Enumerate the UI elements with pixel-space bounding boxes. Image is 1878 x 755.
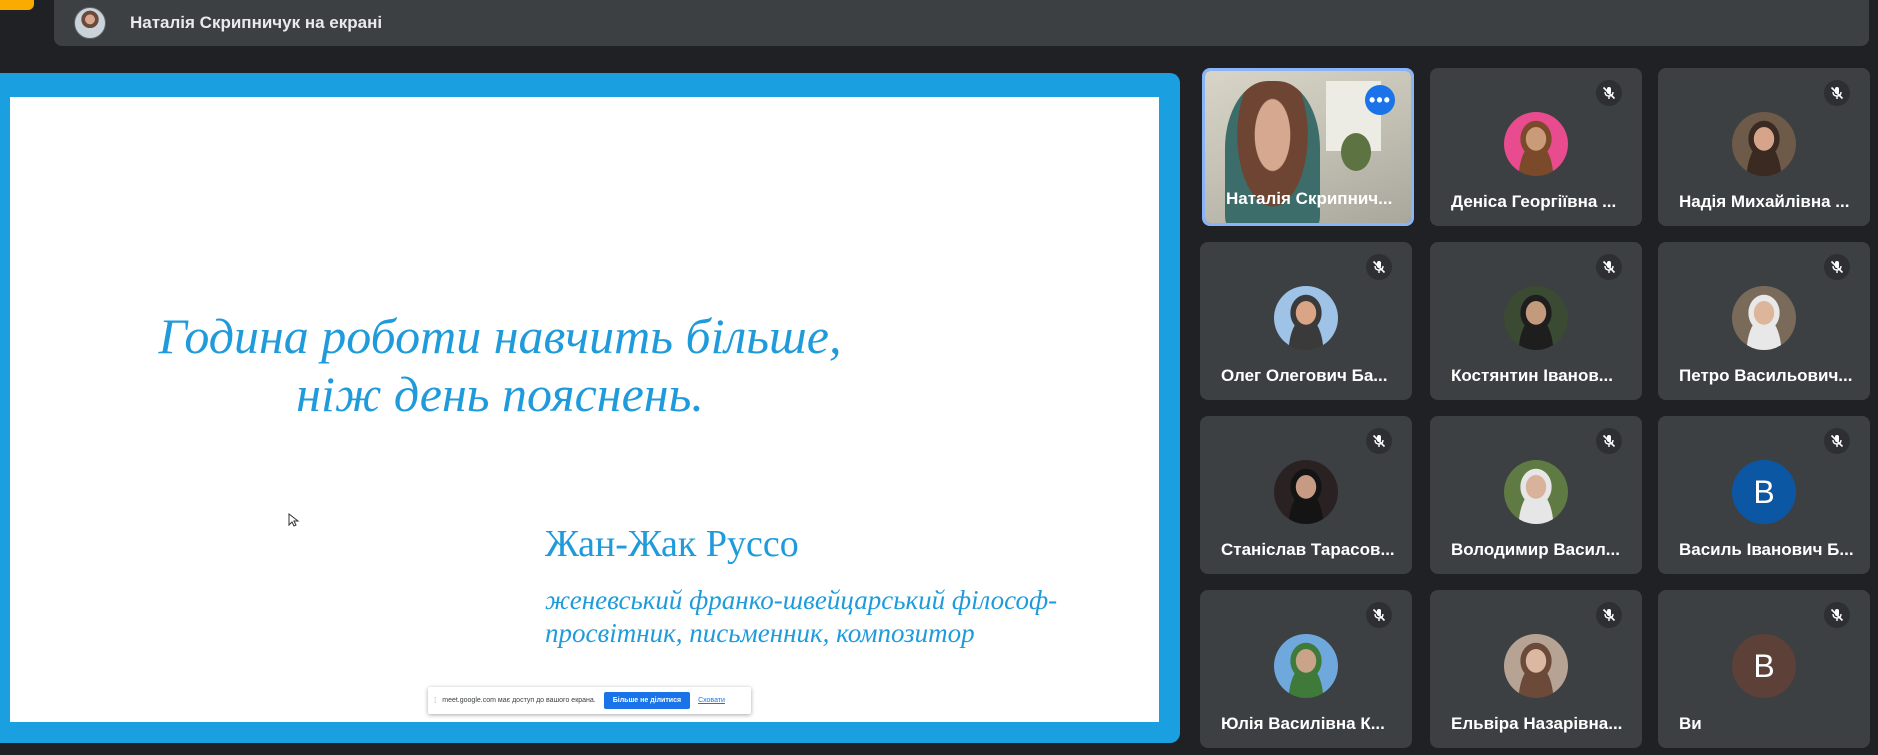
participant-tile[interactable]: Ельвіра Назарівна... [1430, 590, 1642, 748]
participant-name: Ви [1679, 714, 1702, 733]
participant-name: Станіслав Тарасов... [1221, 540, 1395, 559]
participant-avatar [1504, 634, 1568, 698]
slide-quote: Година роботи навчить більше, ніж день п… [150, 307, 850, 423]
mic-off-icon [1596, 254, 1622, 280]
participant-tile[interactable]: Юлія Василівна К... [1200, 590, 1412, 748]
participant-avatar [1732, 286, 1796, 350]
mic-off-icon [1824, 80, 1850, 106]
participant-name: Надія Михайлівна ... [1679, 192, 1850, 211]
participant-avatar [1274, 634, 1338, 698]
participant-name: Юлія Василівна К... [1221, 714, 1385, 733]
mic-off-icon [1824, 254, 1850, 280]
presenter-avatar [74, 7, 106, 39]
participant-avatar [1274, 460, 1338, 524]
participant-name: Ельвіра Назарівна... [1451, 714, 1623, 733]
participant-tile[interactable]: В Ви [1658, 590, 1870, 748]
participant-avatar [1504, 112, 1568, 176]
background-plant [1341, 133, 1371, 171]
slide-author: Жан-Жак Руссо [545, 523, 799, 565]
participant-tile[interactable]: Деніса Георгіївна ... [1430, 68, 1642, 226]
participant-name: Петро Васильович... [1679, 366, 1853, 385]
participant-tile[interactable]: Станіслав Тарасов... [1200, 416, 1412, 574]
participant-tile[interactable]: Петро Васильович... [1658, 242, 1870, 400]
top-accent [0, 0, 34, 10]
mic-off-icon [1366, 254, 1392, 280]
mic-off-icon [1824, 602, 1850, 628]
mic-off-icon [1596, 80, 1622, 106]
mic-off-icon [1366, 602, 1392, 628]
description-line-2: просвітник, письменник, композитор [545, 618, 975, 648]
participant-name: Костянтин Іванов... [1451, 366, 1613, 385]
participant-name: Олег Олегович Ба... [1221, 366, 1388, 385]
mic-off-icon [1366, 428, 1392, 454]
participant-name: Наталія Скрипнич... [1226, 189, 1393, 208]
participant-name: Деніса Георгіївна ... [1451, 192, 1617, 211]
quote-line-1: Година роботи навчить більше, [158, 308, 842, 364]
participant-tile[interactable]: Володимир Васил... [1430, 416, 1642, 574]
mouse-cursor-icon [288, 513, 300, 527]
participant-letter-avatar: В [1732, 634, 1796, 698]
participant-avatar [1732, 112, 1796, 176]
presentation-stage: Година роботи навчить більше, ніж день п… [0, 73, 1180, 743]
mic-off-icon [1824, 428, 1850, 454]
mic-off-icon [1596, 602, 1622, 628]
drag-handle-icon[interactable]: ⁞ [434, 696, 436, 705]
shared-slide: Година роботи навчить більше, ніж день п… [10, 97, 1159, 722]
hide-notice-link[interactable]: Сховати [698, 697, 725, 704]
screen-share-notice: ⁞ meet.google.com має доступ до вашого е… [428, 687, 751, 714]
participant-name: Володимир Васил... [1451, 540, 1620, 559]
participant-name: Василь Іванович Б... [1679, 540, 1854, 559]
participant-letter-avatar: В [1732, 460, 1796, 524]
presenter-label: Наталія Скрипничук на екрані [130, 13, 383, 32]
participant-avatar [1504, 460, 1568, 524]
participant-tile[interactable]: Олег Олегович Ба... [1200, 242, 1412, 400]
more-options-icon[interactable]: ••• [1365, 85, 1395, 115]
share-message: meet.google.com має доступ до вашого екр… [442, 697, 596, 704]
stop-sharing-button[interactable]: Більше не ділитися [603, 692, 691, 709]
description-line-1: женевський франко-швейцарський філософ- [545, 585, 1058, 615]
participant-tile[interactable]: Надія Михайлівна ... [1658, 68, 1870, 226]
participant-tile[interactable]: В Василь Іванович Б... [1658, 416, 1870, 574]
participant-tile[interactable]: ••• Наталія Скрипнич... [1202, 68, 1414, 226]
quote-line-2: ніж день пояснень. [296, 366, 704, 422]
mic-off-icon [1596, 428, 1622, 454]
participant-avatar [1504, 286, 1568, 350]
participant-avatar [1274, 286, 1338, 350]
participant-tile[interactable]: Костянтин Іванов... [1430, 242, 1642, 400]
presenter-bar[interactable]: Наталія Скрипничук на екрані [54, 0, 1869, 46]
slide-description: женевський франко-швейцарський філософ- … [545, 584, 1125, 650]
